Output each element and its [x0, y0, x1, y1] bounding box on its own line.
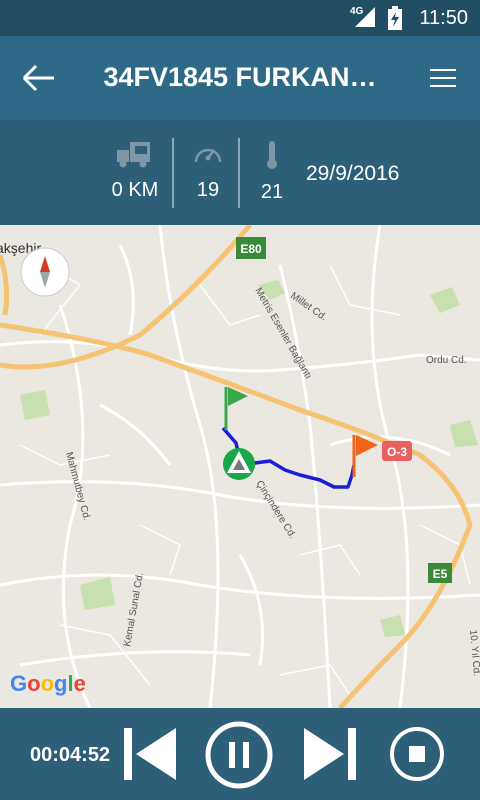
temperature-cell: 21 — [252, 140, 292, 204]
pause-icon[interactable] — [204, 720, 274, 790]
end-flag-icon — [352, 435, 378, 477]
next-icon[interactable] — [302, 726, 358, 782]
truck-icon — [117, 142, 150, 168]
google-logo: Google — [10, 671, 86, 696]
o3-label: O-3 — [387, 445, 407, 459]
compass-icon[interactable] — [20, 247, 70, 297]
e80-shield: E80 — [236, 237, 266, 259]
street-label: Mahmutbey Cd. — [63, 451, 92, 522]
menu-icon[interactable] — [428, 66, 458, 90]
o3-shield: O-3 — [382, 441, 412, 461]
temperature-value: 21 — [260, 181, 284, 203]
speedometer-icon — [194, 148, 222, 163]
elapsed-time: 00:04:52 — [30, 744, 111, 766]
speed-cell: 19 — [186, 140, 230, 202]
app-bar: 34FV1845 FURKAN… — [0, 36, 480, 120]
street-label: Millet Cd. — [288, 290, 328, 323]
e80-label: E80 — [240, 242, 262, 256]
previous-icon[interactable] — [122, 726, 178, 782]
divider — [172, 138, 174, 208]
divider — [238, 138, 240, 208]
street-label: Kemal Sunal Cd. — [122, 572, 146, 648]
status-bar: 4G 11:50 — [0, 0, 480, 36]
battery-icon — [388, 6, 402, 30]
back-arrow-icon[interactable] — [20, 62, 60, 94]
date-value: 29/9/2016 — [306, 162, 400, 185]
map-canvas: E80 O-3 E5 akşehir Millet Cd. Metris Ese… — [0, 225, 480, 708]
page-title: 34FV1845 FURKAN… — [103, 62, 377, 92]
map-view[interactable]: E80 O-3 E5 akşehir Millet Cd. Metris Ese… — [0, 225, 480, 708]
start-flag-icon — [224, 387, 248, 430]
speed-value: 19 — [196, 179, 220, 201]
vehicle-marker-icon[interactable] — [223, 448, 255, 480]
signal-icon — [355, 7, 375, 27]
stop-icon[interactable] — [388, 725, 446, 783]
street-label: Ordu Cd. — [426, 355, 467, 366]
playback-controls: 00:04:52 — [0, 708, 480, 800]
clock: 11:50 — [419, 7, 468, 29]
thermometer-icon — [267, 141, 277, 169]
street-label: 10. Yıl Cd. — [467, 629, 480, 676]
distance-value: 0 KM — [111, 179, 159, 201]
vehicle-info-bar: 0 KM 19 21 29/9/2016 — [0, 120, 480, 225]
distance-cell: 0 KM — [105, 140, 165, 202]
e5-label: E5 — [433, 567, 448, 581]
street-label: Çinçindere Cd. — [253, 479, 297, 541]
e5-shield: E5 — [428, 563, 452, 583]
